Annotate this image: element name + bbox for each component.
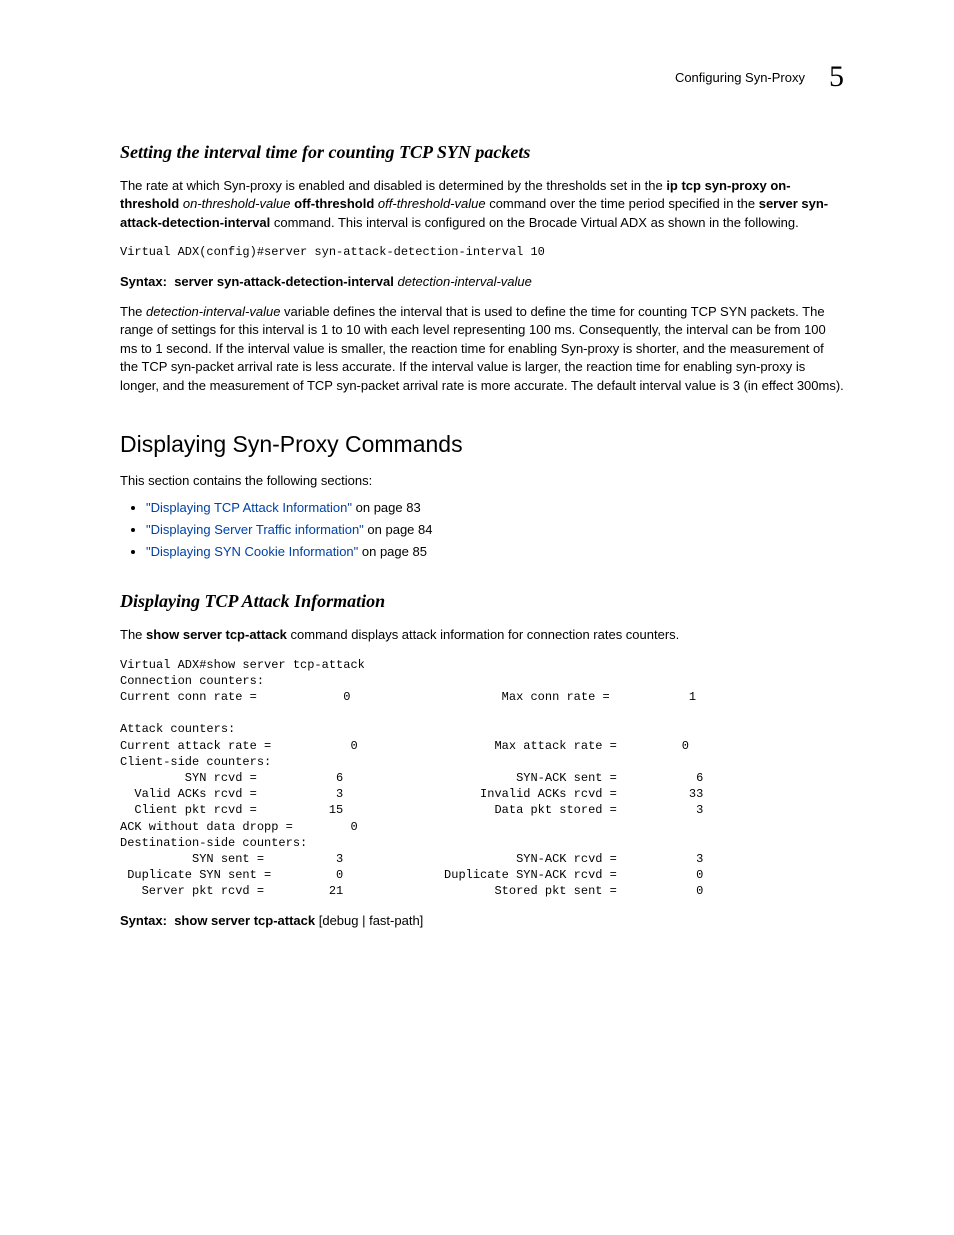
bold: show server tcp-attack (146, 627, 287, 642)
paragraph-1: The rate at which Syn-proxy is enabled a… (120, 177, 844, 232)
heading-interval: Setting the interval time for counting T… (120, 142, 844, 163)
syntax-command: show server tcp-attack (174, 913, 315, 928)
paragraph-4: The show server tcp-attack command displ… (120, 626, 844, 644)
breadcrumb: Configuring Syn-Proxy (675, 70, 805, 85)
syntax-arg: detection-interval-value (394, 274, 532, 289)
list-item: "Displaying TCP Attack Information" on p… (146, 499, 844, 517)
heading-tcp-attack-info: Displaying TCP Attack Information (120, 591, 844, 612)
page-header: Configuring Syn-Proxy 5 (120, 60, 844, 94)
link-suffix: on page 84 (364, 522, 433, 537)
text: The (120, 304, 146, 319)
list-item: "Displaying Server Traffic information" … (146, 521, 844, 539)
syntax-line-1: Syntax: server syn-attack-detection-inte… (120, 273, 844, 291)
italic: detection-interval-value (146, 304, 280, 319)
heading-display-commands: Displaying Syn-Proxy Commands (120, 431, 844, 458)
text: The (120, 627, 146, 642)
page: Configuring Syn-Proxy 5 Setting the inte… (0, 0, 954, 1235)
syntax-line-2: Syntax: show server tcp-attack [debug | … (120, 912, 844, 930)
syntax-label: Syntax: (120, 913, 167, 928)
text: The rate at which Syn-proxy is enabled a… (120, 178, 666, 193)
paragraph-3: This section contains the following sect… (120, 472, 844, 490)
chapter-number: 5 (829, 60, 844, 94)
link-suffix: on page 83 (352, 500, 421, 515)
list-item: "Displaying SYN Cookie Information" on p… (146, 543, 844, 561)
syntax-tail: [debug | fast-path] (315, 913, 423, 928)
link-server-traffic[interactable]: "Displaying Server Traffic information" (146, 522, 364, 537)
code-block-show-output: Virtual ADX#show server tcp-attack Conne… (120, 657, 844, 900)
syntax-command: server syn-attack-detection-interval (174, 274, 394, 289)
syntax-label: Syntax: (120, 274, 167, 289)
link-tcp-attack[interactable]: "Displaying TCP Attack Information" (146, 500, 352, 515)
link-syn-cookie[interactable]: "Displaying SYN Cookie Information" (146, 544, 358, 559)
italic: on-threshold-value (179, 196, 294, 211)
text: command over the time period specified i… (486, 196, 759, 211)
code-block-config: Virtual ADX(config)#server syn-attack-de… (120, 244, 844, 260)
text: command. This interval is configured on … (270, 215, 798, 230)
italic: off-threshold-value (374, 196, 485, 211)
text: command displays attack information for … (287, 627, 679, 642)
bold: off-threshold (294, 196, 374, 211)
section-link-list: "Displaying TCP Attack Information" on p… (120, 499, 844, 562)
paragraph-2: The detection-interval-value variable de… (120, 303, 844, 395)
link-suffix: on page 85 (358, 544, 427, 559)
